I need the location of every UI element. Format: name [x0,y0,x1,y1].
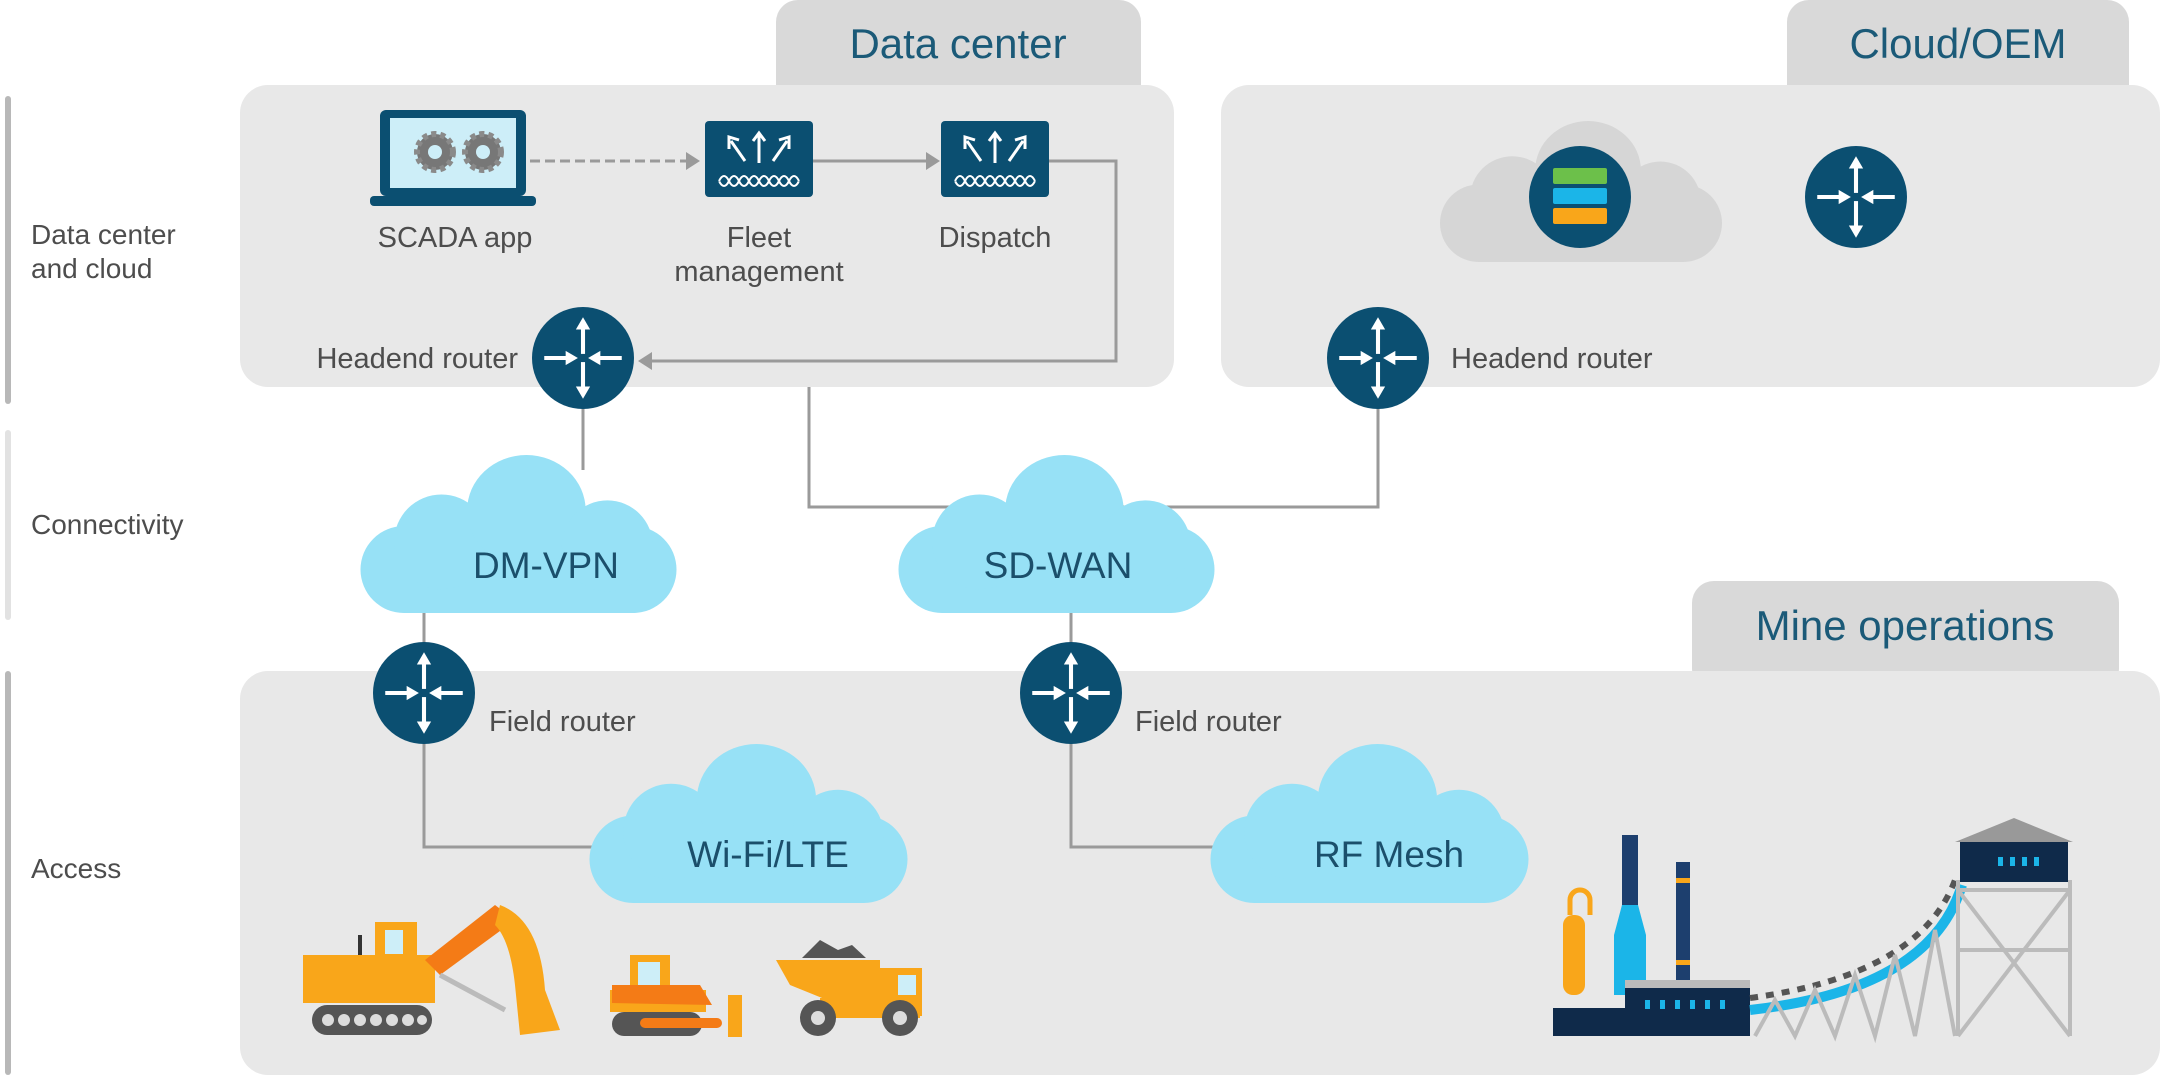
field-router-1-icon [373,642,475,744]
access-layer-bar [5,671,11,1075]
mine-ops-tab-label: Mine operations [1756,602,2055,649]
dmvpn-cloud [360,455,677,613]
datacenter-headend-label: Headend router [316,343,518,375]
side-label-connectivity: Connectivity [31,509,184,540]
fleet-app-icon [705,121,813,197]
cloud-oem-tab-label: Cloud/OEM [1849,20,2066,67]
field-router-2-label: Field router [1135,706,1282,738]
sdwan-label: SD-WAN [984,545,1133,586]
datacenter-headend-router-icon [532,307,634,409]
datacenter-tab-label: Data center [849,20,1066,67]
field-router-2-icon [1020,642,1122,744]
datacenter-layer-bar [5,96,11,404]
sdwan-cloud [898,455,1215,613]
mining-network-diagram: Data center and cloud Connectivity Acces… [5,0,2160,1075]
dispatch-label: Dispatch [939,222,1052,254]
rfmesh-label: RF Mesh [1314,834,1464,875]
fleet-label-1: Fleet [727,222,791,254]
fleet-label-2: management [674,256,843,288]
field-router-1-label: Field router [489,706,636,738]
connectivity-layer-bar [5,430,11,620]
laptop-gears-icon [370,110,536,206]
side-label-datacenter-1: Data center [31,219,176,250]
server-cloud-icon [1529,146,1631,248]
wifi-lte-label: Wi-Fi/LTE [687,834,849,875]
dmvpn-label: DM-VPN [473,545,619,586]
side-label-datacenter-2: and cloud [31,253,152,284]
oem-headend-label: Headend router [1451,343,1653,375]
oem-headend-router-icon [1327,307,1429,409]
dispatch-app-icon [941,121,1049,197]
oem-router-icon [1805,146,1907,248]
side-label-access: Access [31,853,121,884]
scada-label: SCADA app [378,222,533,254]
